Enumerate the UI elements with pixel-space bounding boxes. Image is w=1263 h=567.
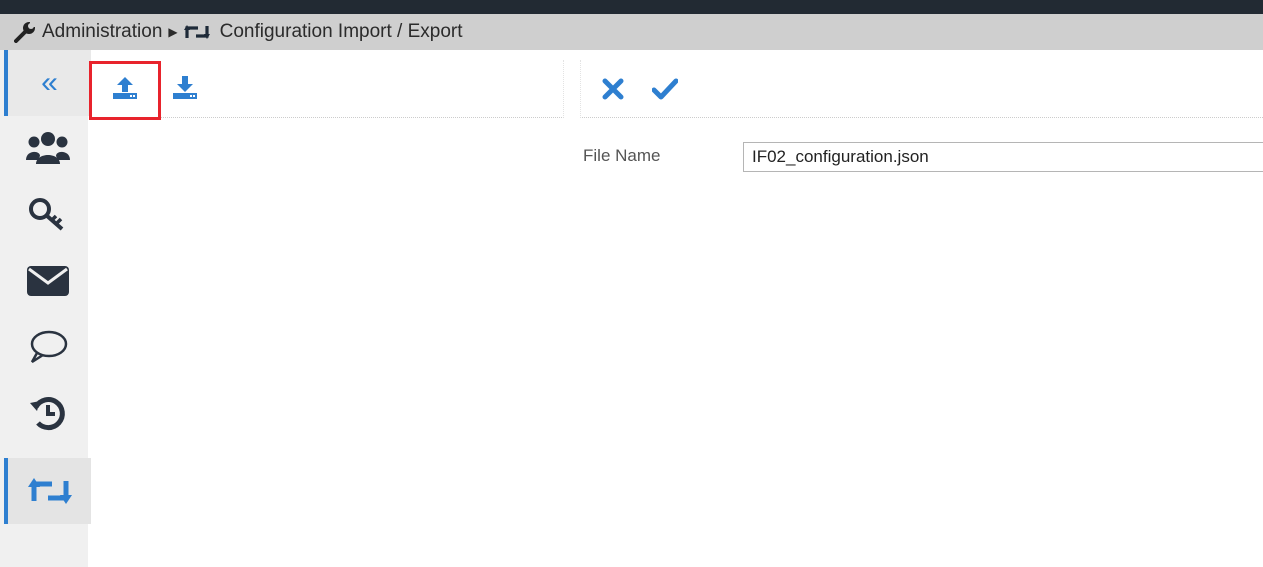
confirm-button[interactable] bbox=[651, 75, 679, 103]
download-icon bbox=[173, 76, 197, 99]
sidebar-item-keys[interactable] bbox=[8, 182, 88, 248]
sidebar-item-mail[interactable] bbox=[8, 248, 88, 314]
toolbar-left bbox=[89, 60, 564, 118]
key-icon bbox=[29, 198, 64, 231]
sidebar-item-history[interactable] bbox=[8, 380, 88, 446]
breadcrumb: Administration ▶ Configuration Import / … bbox=[0, 14, 1263, 50]
breadcrumb-administration[interactable]: Administration bbox=[42, 21, 162, 43]
breadcrumb-separator-icon: ▶ bbox=[168, 25, 178, 39]
cancel-icon bbox=[602, 78, 624, 100]
cancel-button[interactable] bbox=[599, 75, 627, 103]
breadcrumb-current-page: Configuration Import / Export bbox=[219, 21, 463, 42]
users-icon bbox=[26, 132, 70, 164]
download-button[interactable] bbox=[171, 73, 199, 101]
upload-icon bbox=[113, 77, 137, 99]
upload-button[interactable] bbox=[111, 73, 139, 101]
envelope-icon bbox=[27, 266, 69, 296]
sidebar-item-users[interactable] bbox=[8, 116, 88, 182]
sidebar-item-messages[interactable] bbox=[8, 314, 88, 380]
exchange-icon bbox=[27, 478, 72, 504]
exchange-icon bbox=[183, 22, 210, 42]
confirm-icon bbox=[652, 78, 678, 100]
speech-bubble-icon bbox=[30, 330, 68, 364]
sidebar-item-import-export[interactable] bbox=[4, 458, 91, 524]
file-name-input[interactable] bbox=[743, 142, 1263, 172]
top-bar bbox=[0, 0, 1263, 14]
wrench-icon bbox=[14, 21, 36, 43]
file-name-label: File Name bbox=[583, 146, 661, 165]
toolbar-right bbox=[580, 60, 1263, 118]
double-chevron-left-icon: « bbox=[41, 66, 58, 99]
sidebar-collapse-button[interactable]: « bbox=[4, 50, 91, 116]
sidebar: « bbox=[0, 50, 91, 567]
history-icon bbox=[30, 397, 65, 431]
